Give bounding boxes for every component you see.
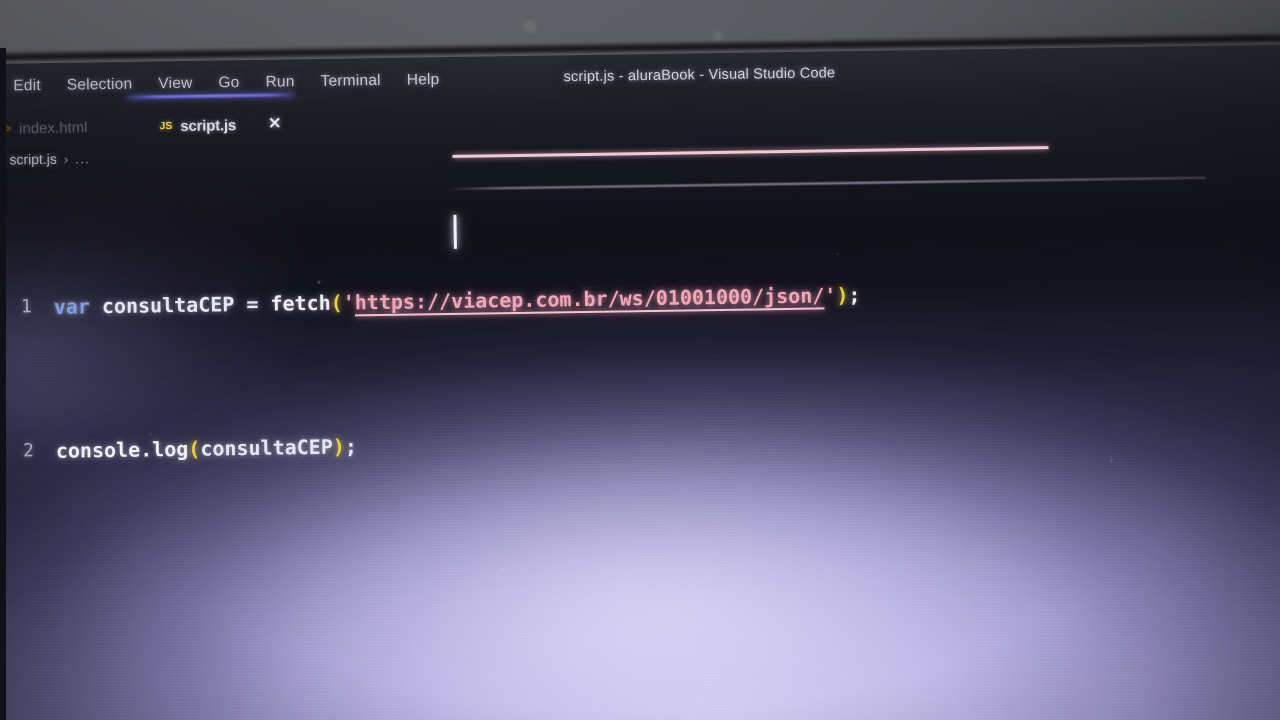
line-number: 2 [22, 440, 35, 462]
tab-script-js[interactable]: JS script.js ✕ [145, 105, 296, 145]
code-editor[interactable]: 1 var consultaCEP = fetch('https://viace… [0, 162, 1280, 578]
code-line-content: var consultaCEP = fetch('https://viacep.… [53, 277, 861, 325]
vscode-window: e Edit Selection View Go Run Terminal He… [0, 36, 1280, 720]
token-function: fetch [270, 290, 331, 316]
token-paren-close: ) [332, 434, 346, 459]
code-line: 1 var consultaCEP = fetch('https://viace… [0, 270, 1280, 326]
laptop-screen-photo: e Edit Selection View Go Run Terminal He… [0, 0, 1280, 720]
token-variable: consultaCEP [200, 434, 333, 461]
breadcrumb-tail[interactable]: ... [75, 150, 90, 166]
token-function: console.log [55, 436, 189, 463]
screen-left-edge [0, 48, 6, 720]
token-paren-close: ) [836, 283, 849, 308]
code-line-content: console.log(consultaCEP); [56, 428, 358, 468]
breadcrumb: JS script.js › ... [0, 150, 90, 167]
tab-label-index-html: index.html [18, 118, 88, 137]
token-quote-close: ' [824, 283, 837, 308]
token-semicolon: ; [344, 434, 358, 459]
close-icon[interactable]: ✕ [268, 115, 282, 132]
token-variable: consultaCEP [101, 292, 235, 319]
tab-label-script-js: script.js [180, 116, 237, 135]
tab-index-html[interactable]: <> index.html [0, 108, 102, 148]
token-string-url[interactable]: https://viacep.com.br/ws/01001000/json/ [355, 283, 825, 314]
code-line: 2 console.log(consultaCEP); [0, 414, 1280, 470]
line-number: 1 [20, 296, 32, 318]
js-file-icon: JS [159, 119, 173, 133]
token-paren-open: ( [330, 290, 343, 315]
token-semicolon: ; [848, 282, 861, 308]
text-cursor [453, 214, 457, 249]
token-operator: = [246, 291, 259, 316]
token-keyword: var [53, 294, 91, 319]
token-paren-open: ( [188, 436, 201, 461]
chevron-right-icon: › [63, 151, 69, 167]
breadcrumb-file[interactable]: script.js [9, 151, 57, 168]
token-quote-open: ' [342, 290, 355, 315]
